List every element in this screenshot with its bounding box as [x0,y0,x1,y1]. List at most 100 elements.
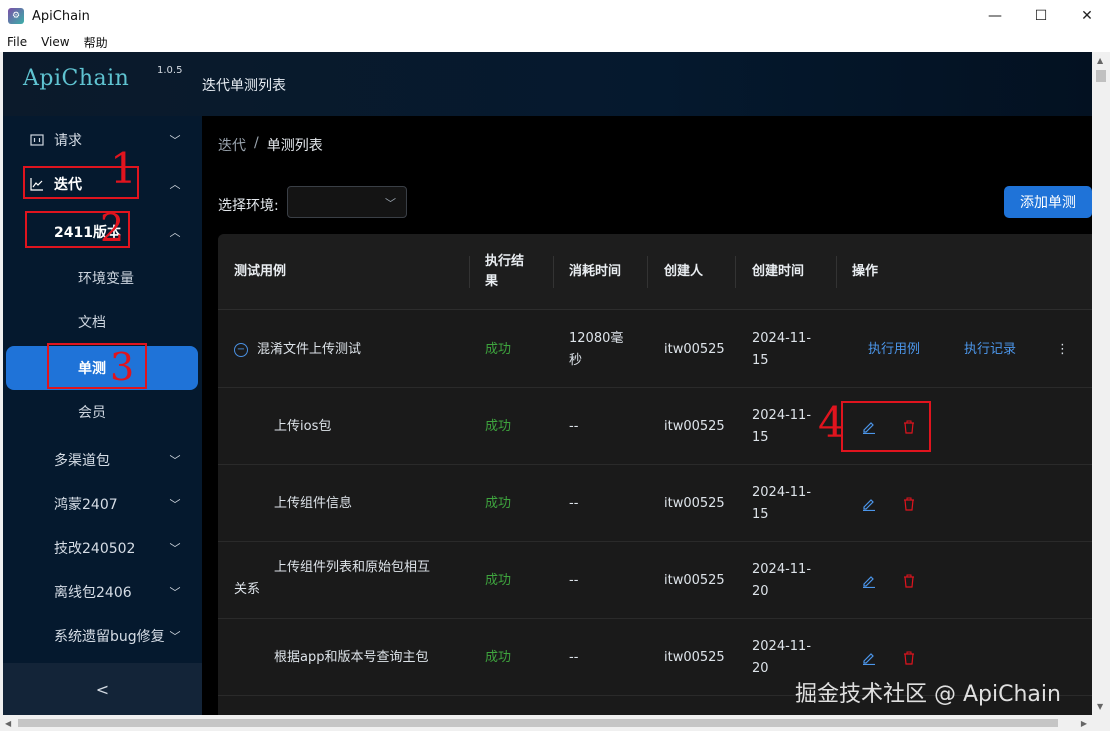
env-label: 选择环境: [218,198,279,214]
col-header-creator: 创建人 [664,264,704,279]
close-button[interactable]: ✕ [1064,0,1110,32]
test-case-name[interactable]: 上传组件信息 [274,465,352,542]
col-header-created: 创建时间 [752,264,805,279]
watermark-text: 掘金技术社区 @ ApiChain [795,682,1061,707]
sidebar-item-request[interactable]: 请求 ﹀ [3,118,202,162]
sidebar-item-label: 离线包2406 [54,585,132,601]
scroll-up-icon[interactable]: ▲ [1097,56,1103,65]
unit-test-table: 测试用例 执行结果 消耗时间 创建人 创建时间 操作 − 混淆文件上传测试 成功 [218,234,1092,715]
delete-button[interactable] [900,465,918,542]
created-cell: 2024-11-15 [752,484,812,522]
menu-file[interactable]: File [0,35,34,49]
chevron-down-icon: ﹀ [169,498,181,511]
annotation-number-4: 4 [818,398,845,447]
table-row: − 混淆文件上传测试 成功 12080毫秒 itw00525 2024-11-1… [218,311,1092,388]
col-header-result: 执行结果 [485,254,525,289]
test-case-name-line1: 上传组件列表和原始包相互 [274,560,431,575]
horizontal-scrollbar[interactable]: ◀ ▶ [0,715,1092,731]
creator-cell: itw00525 [664,341,725,357]
more-icon[interactable]: ⋮ [1056,311,1069,388]
duration-cell: -- [569,572,579,588]
vertical-scroll-thumb[interactable] [1096,70,1106,82]
sidebar-item-docs[interactable]: 文档 [3,300,202,344]
sidebar-item-member[interactable]: 会员 [3,390,202,434]
app-logo: ApiChain [23,66,130,91]
duration-cell: -- [569,418,579,434]
delete-button[interactable] [900,542,918,619]
sidebar-item-label: 多渠道包 [54,453,110,469]
test-case-name-line2: 关系 [234,582,261,597]
edit-button[interactable] [860,465,878,542]
annotation-number-3: 3 [110,345,135,389]
main-content: 迭代 / 单测列表 选择环境: ﹀ 添加单测 测试用例 执行结果 消耗时间 创建… [202,116,1092,715]
run-case-link[interactable]: 执行用例 [868,311,920,388]
sidebar-item-offline-pkg[interactable]: 离线包2406 ﹀ [3,570,202,614]
duration-cell: -- [569,649,579,665]
scroll-down-icon[interactable]: ▼ [1097,702,1103,711]
col-header-duration: 消耗时间 [569,264,622,279]
chevron-up-icon: ︿ [169,178,181,191]
test-case-name[interactable]: 混淆文件上传测试 [257,339,361,361]
horizontal-scroll-thumb[interactable] [18,719,1058,727]
created-cell: 2024-11-15 [752,407,812,445]
menubar: File View 帮助 [0,32,1110,52]
collapse-icon[interactable]: − [234,342,248,357]
request-icon [30,133,44,147]
sidebar-item-harmony[interactable]: 鸿蒙2407 ﹀ [3,482,202,526]
creator-cell: itw00525 [664,495,725,511]
annotation-number-2: 2 [100,206,125,250]
chevron-down-icon: ﹀ [169,454,181,467]
vertical-scrollbar[interactable]: ▲ ▼ [1092,52,1110,715]
sidebar-collapse-button[interactable]: < [3,663,202,715]
test-case-name[interactable]: 上传组件列表和原始包相互 关系 [234,542,464,619]
sidebar-item-env-vars[interactable]: 环境变量 [3,256,202,300]
annotation-box-4 [841,401,931,452]
test-case-cell: − 混淆文件上传测试 [234,311,361,388]
env-select[interactable]: ﹀ [287,186,407,218]
result-cell: 成功 [485,341,512,357]
annotation-number-1: 1 [110,144,137,193]
chevron-down-icon: ﹀ [385,197,396,210]
run-history-link[interactable]: 执行记录 [964,311,1016,388]
breadcrumb-current: 单测列表 [266,138,323,154]
page-title: 迭代单测列表 [202,78,286,94]
minimize-button[interactable]: — [972,0,1018,32]
chevron-down-icon: ﹀ [169,630,181,643]
app-version: 1.0.5 [157,65,183,76]
result-cell: 成功 [485,649,512,665]
col-header-actions: 操作 [852,264,879,279]
window-titlebar: ⚙ ApiChain — ☐ ✕ [0,0,1110,32]
breadcrumb-separator: / [254,135,259,151]
chevron-up-icon: ︿ [169,226,181,239]
chevron-left-icon: < [95,679,110,699]
maximize-button[interactable]: ☐ [1018,0,1064,32]
menu-view[interactable]: View [34,35,76,49]
scroll-left-icon[interactable]: ◀ [5,719,11,728]
scroll-right-icon[interactable]: ▶ [1081,719,1087,728]
breadcrumb: 迭代 / 单测列表 [218,135,323,155]
result-cell: 成功 [485,572,512,588]
app-header: ApiChain 1.0.5 迭代单测列表 [3,52,1092,116]
menu-help[interactable]: 帮助 [77,34,115,51]
sidebar-item-tech-refactor[interactable]: 技改240502 ﹀ [3,526,202,570]
add-unit-test-button[interactable]: 添加单测 [1004,186,1092,218]
edit-button[interactable] [860,542,878,619]
sidebar-item-label: 系统遗留bug修复 [54,629,165,645]
edit-icon [860,495,878,513]
test-case-name[interactable]: 根据app和版本号查询主包 [274,619,428,696]
edit-icon [860,572,878,590]
col-header-test-case: 测试用例 [234,264,287,279]
test-case-name[interactable]: 上传ios包 [274,388,331,465]
created-cell: 2024-11-20 [752,561,812,599]
result-cell: 成功 [485,495,512,511]
table-row: 上传组件列表和原始包相互 关系 成功 -- itw00525 2024-11-2… [218,542,1092,619]
duration-cell: -- [569,495,579,511]
window-controls: — ☐ ✕ [972,0,1110,32]
chevron-down-icon: ﹀ [169,134,181,147]
sidebar-item-multichannel[interactable]: 多渠道包 ﹀ [3,438,202,482]
created-cell: 2024-11-15 [752,330,812,368]
table-row: 上传组件信息 成功 -- itw00525 2024-11-15 [218,465,1092,542]
sidebar-item-legacy-bugfix[interactable]: 系统遗留bug修复 ﹀ [3,614,202,658]
chevron-down-icon: ﹀ [169,586,181,599]
breadcrumb-parent[interactable]: 迭代 [218,135,246,155]
